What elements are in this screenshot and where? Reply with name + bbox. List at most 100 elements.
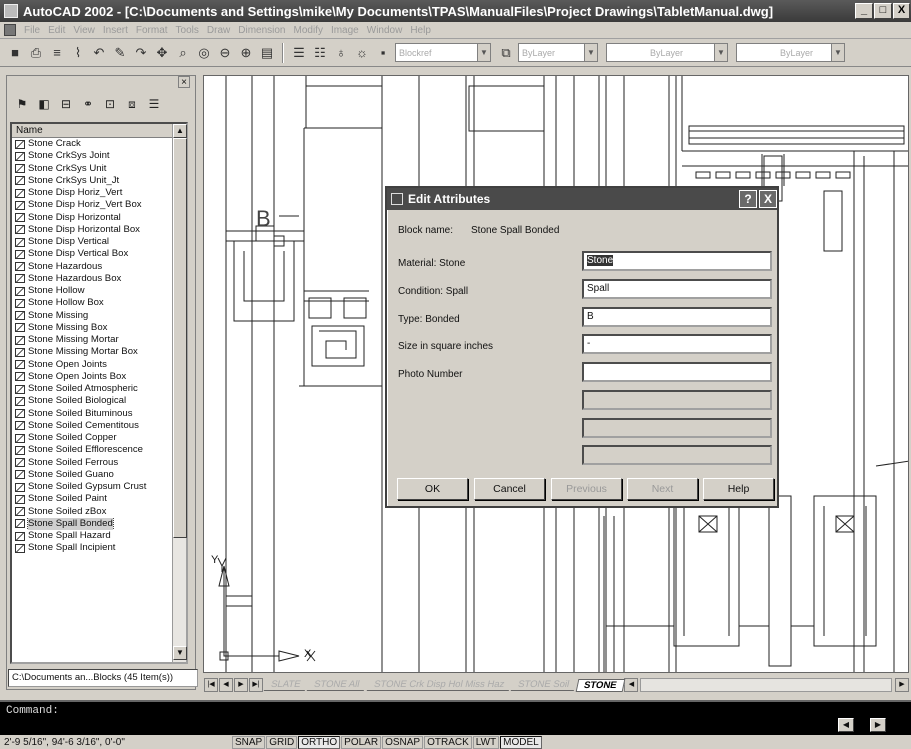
next-tab-icon[interactable]: ▶ — [234, 678, 248, 692]
chevron-down-icon[interactable]: ▼ — [714, 43, 728, 62]
list-item[interactable]: Stone Hazardous — [12, 261, 174, 273]
menu-help[interactable]: Help — [410, 25, 431, 36]
lightbulb-icon[interactable]: ♁ — [332, 44, 350, 62]
list-item[interactable]: Stone Disp Horizontal Box — [12, 224, 174, 236]
command-scroll-left-icon[interactable]: ◀ — [838, 718, 854, 732]
binoculars-search-icon[interactable]: ⚭ — [80, 96, 96, 112]
pan-icon[interactable]: ✥ — [153, 44, 171, 62]
list-item[interactable]: Stone Hollow Box — [12, 297, 174, 309]
list-item[interactable]: Stone Soiled Bituminous — [12, 408, 174, 420]
attribute-field-type[interactable]: B — [582, 307, 772, 327]
scroll-up-icon[interactable]: ▲ — [173, 124, 187, 138]
pencil-icon[interactable]: ✎ — [111, 44, 129, 62]
paintbrush-icon[interactable]: ⌇ — [69, 44, 87, 62]
list-item[interactable]: Stone Spall Bonded — [12, 517, 174, 530]
layer-previous-icon[interactable]: ☷ — [311, 44, 329, 62]
chevron-down-icon[interactable]: ▼ — [477, 43, 491, 62]
menu-file[interactable]: File — [24, 25, 40, 36]
views-icon[interactable]: ☰ — [146, 96, 162, 112]
panel-close-icon[interactable]: × — [178, 76, 190, 88]
help-button[interactable]: Help — [703, 478, 774, 500]
tab-stone[interactable]: STONE — [575, 678, 625, 692]
list-item[interactable]: Stone Disp Horiz_Vert Box — [12, 199, 174, 211]
save-icon[interactable]: ■ — [6, 44, 24, 62]
preview-icon[interactable]: ⧈ — [124, 96, 140, 112]
tab-scroll-left-icon[interactable]: ◀ — [624, 678, 639, 692]
menu-draw[interactable]: Draw — [207, 25, 230, 36]
list-item[interactable]: Stone Open Joints — [12, 359, 174, 371]
toggle-model[interactable]: MODEL — [500, 735, 542, 749]
match-properties-icon[interactable]: ≡ — [48, 44, 66, 62]
color-combo[interactable]: ByLayer ▼ — [518, 43, 598, 62]
list-item[interactable]: Stone Soiled zBox — [12, 506, 174, 518]
tab-stone-crk[interactable]: STONE Crk Disp Hol Miss Haz — [366, 679, 512, 691]
undo-icon[interactable]: ↶ — [90, 44, 108, 62]
list-item[interactable]: Stone Spall Incipient — [12, 542, 174, 554]
list-item[interactable]: Stone Disp Horiz_Vert — [12, 187, 174, 199]
zoom-extents-icon[interactable]: ⊕ — [237, 44, 255, 62]
tab-slate[interactable]: SLATE — [263, 679, 308, 691]
minimize-button[interactable]: _ — [855, 3, 873, 19]
list-item[interactable]: Stone Missing Box — [12, 322, 174, 334]
toggle-snap[interactable]: SNAP — [232, 735, 266, 749]
horizontal-scrollbar[interactable] — [640, 678, 892, 692]
linetype-combo[interactable]: ByLayer ▼ — [606, 43, 728, 62]
last-tab-icon[interactable]: ▶| — [249, 678, 263, 692]
autocad-app-icon[interactable] — [4, 4, 18, 18]
list-item[interactable]: Stone CrkSys Unit_Jt — [12, 175, 174, 187]
lock-icon[interactable]: ▪ — [374, 44, 392, 62]
zoom-realtime-icon[interactable]: ⌕ — [174, 44, 192, 62]
menu-modify[interactable]: Modify — [294, 25, 323, 36]
tab-stone-all[interactable]: STONE All — [307, 679, 367, 691]
toggle-lwt[interactable]: LWT — [472, 735, 500, 749]
block-list[interactable]: Name Stone Crack Stone CrkSys Joint Stone … — [10, 122, 188, 664]
toggle-ortho[interactable]: ORTHO — [298, 735, 341, 749]
up-icon[interactable]: ⊡ — [102, 96, 118, 112]
list-item[interactable]: Stone Soiled Biological — [12, 395, 174, 407]
scroll-down-icon[interactable]: ▼ — [173, 646, 187, 660]
list-item[interactable]: Stone Hazardous Box — [12, 273, 174, 285]
menu-insert[interactable]: Insert — [103, 25, 128, 36]
folders-icon[interactable]: ⊟ — [58, 96, 74, 112]
attribute-field-condition[interactable]: Spall — [582, 279, 772, 299]
chevron-down-icon[interactable]: ▼ — [584, 43, 598, 62]
make-object-layer-current-icon[interactable]: ⧉ — [497, 44, 515, 62]
zoom-window-icon[interactable]: ◎ — [195, 44, 213, 62]
properties-icon[interactable]: ▤ — [258, 44, 276, 62]
list-item[interactable]: Stone Soiled Paint — [12, 493, 174, 505]
layers-icon[interactable]: ☰ — [290, 44, 308, 62]
list-item[interactable]: Stone Soiled Cementitous — [12, 420, 174, 432]
command-scroll-right-icon[interactable]: ▶ — [870, 718, 886, 732]
list-item[interactable]: Stone Disp Vertical — [12, 236, 174, 248]
list-item[interactable]: Stone Soiled Guano — [12, 469, 174, 481]
list-item[interactable]: Stone Crack — [12, 138, 174, 150]
menu-edit[interactable]: Edit — [48, 25, 65, 36]
menu-dimension[interactable]: Dimension — [238, 25, 285, 36]
list-scrollbar[interactable]: ▲ ▼ — [172, 124, 187, 662]
menu-window[interactable]: Window — [367, 25, 403, 36]
prev-tab-icon[interactable]: ◀ — [219, 678, 233, 692]
command-line[interactable]: Command: — [0, 700, 911, 735]
chevron-down-icon[interactable]: ▼ — [831, 43, 845, 62]
lineweight-combo[interactable]: ByLayer ▼ — [736, 43, 845, 62]
scroll-thumb[interactable] — [173, 138, 187, 538]
ok-button[interactable]: OK — [397, 478, 468, 500]
list-item[interactable]: Stone Hollow — [12, 285, 174, 297]
plot-icon[interactable]: ⎙ — [27, 44, 45, 62]
menu-tools[interactable]: Tools — [176, 25, 199, 36]
list-item[interactable]: Stone Soiled Atmospheric — [12, 383, 174, 395]
layer-combo[interactable]: Blockref ▼ — [395, 43, 491, 62]
zoom-previous-icon[interactable]: ⊖ — [216, 44, 234, 62]
close-button[interactable]: X — [893, 3, 910, 19]
toggle-otrack[interactable]: OTRACK — [424, 735, 472, 749]
list-item[interactable]: Stone Missing Mortar — [12, 334, 174, 346]
toggle-grid[interactable]: GRID — [266, 735, 298, 749]
list-item[interactable]: Stone Soiled Gypsum Crust — [12, 481, 174, 493]
dialog-close-button[interactable]: X — [759, 190, 777, 208]
menu-view[interactable]: View — [73, 25, 95, 36]
first-tab-icon[interactable]: |◀ — [204, 678, 218, 692]
document-menu-icon[interactable] — [4, 24, 16, 36]
dialog-help-button[interactable]: ? — [739, 190, 757, 208]
toggle-polar[interactable]: POLAR — [341, 735, 382, 749]
tab-scroll-right-icon[interactable]: ▶ — [895, 678, 909, 692]
